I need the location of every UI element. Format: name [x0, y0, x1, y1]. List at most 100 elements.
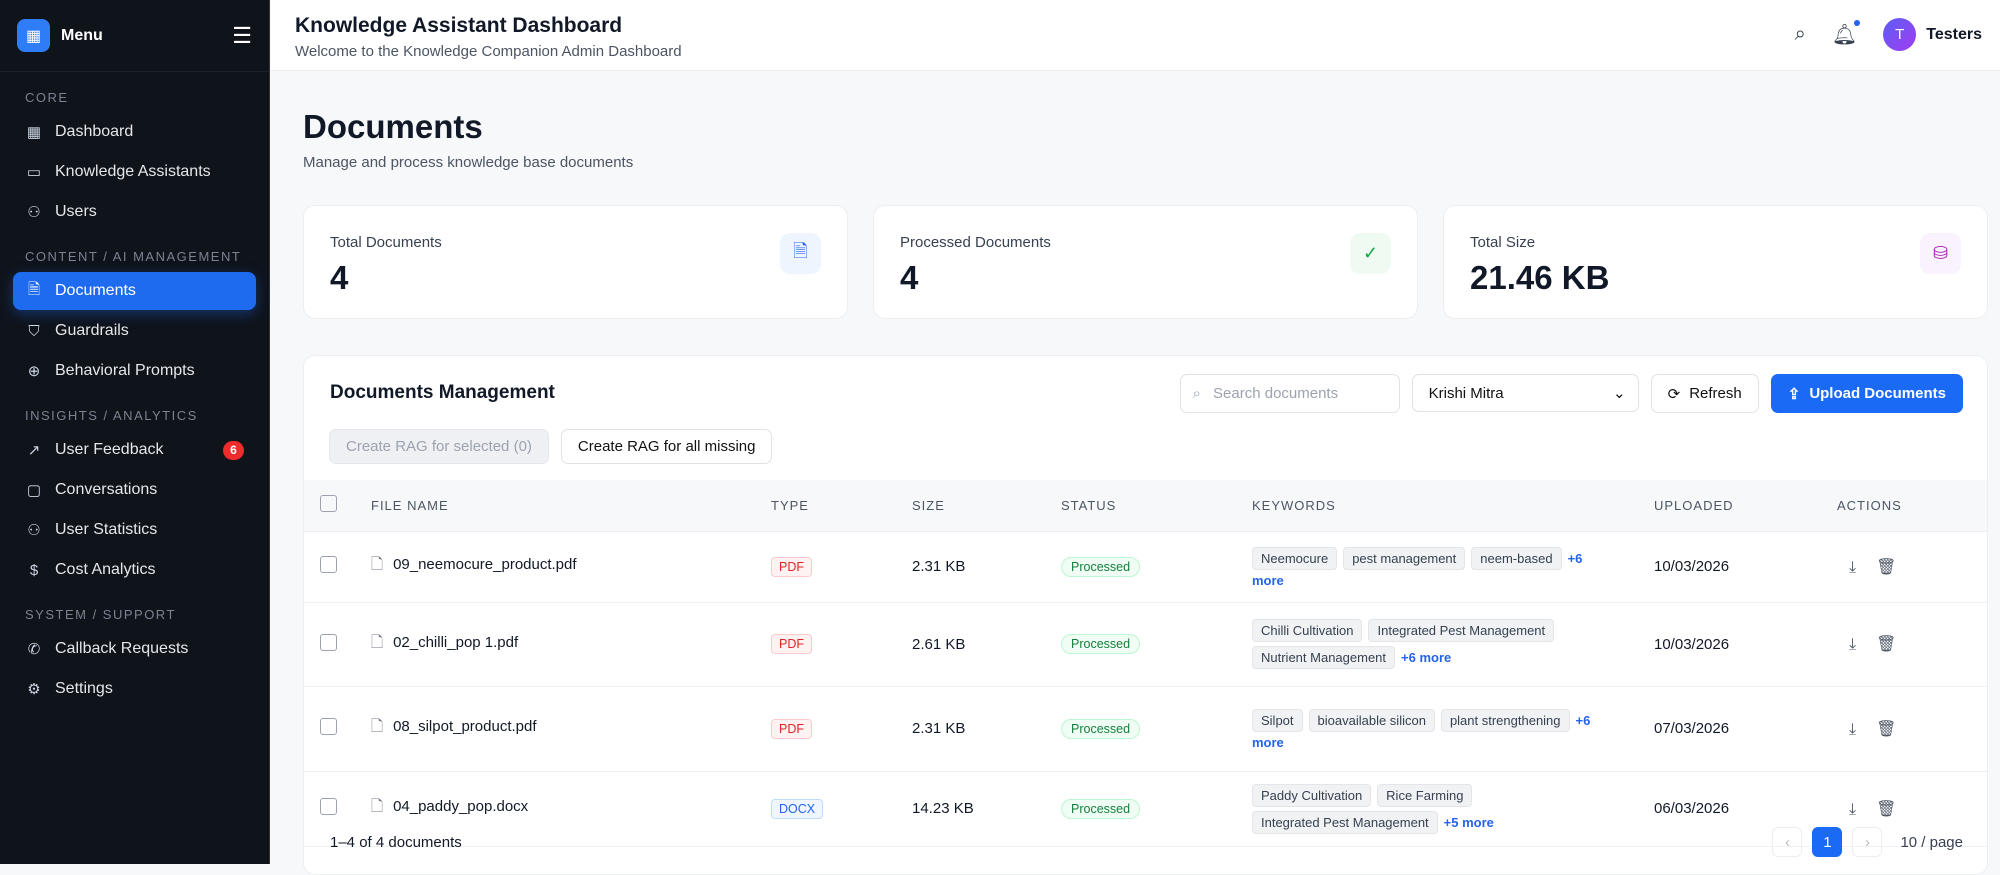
shield-icon: ⛉	[28, 322, 40, 340]
page-title: Documents	[303, 108, 483, 145]
documents-table: FILE NAME TYPE SIZE STATUS KEYWORDS UPLO…	[304, 480, 1987, 847]
column-header[interactable]: FILE NAME	[371, 480, 771, 532]
download-icon[interactable]: ⤓	[1849, 721, 1856, 738]
file-name[interactable]: 02_chilli_pop 1.pdf	[393, 634, 518, 651]
panel-title: Documents Management	[330, 382, 555, 403]
column-header: TYPE	[771, 480, 912, 532]
sidebar-item-user-feedback[interactable]: ↗ User Feedback 6	[13, 431, 256, 469]
search-icon[interactable]: ⌕	[1795, 23, 1806, 46]
sidebar-item-settings[interactable]: ⚙ Settings	[13, 670, 256, 708]
menu-title: Menu	[61, 26, 103, 44]
trash-icon[interactable]: 🗑︎	[1876, 559, 1896, 576]
table-row: 🗋 02_chilli_pop 1.pdf PDF 2.61 KB Process…	[304, 602, 1987, 687]
sidebar-item-label: Users	[55, 203, 97, 220]
create-rag-selected-button[interactable]: Create RAG for selected (0)	[329, 429, 549, 464]
sidebar-item-label: Documents	[55, 282, 136, 299]
row-checkbox[interactable]	[320, 718, 337, 735]
file-name[interactable]: 08_silpot_product.pdf	[393, 718, 536, 735]
sidebar-item-label: User Statistics	[55, 521, 158, 538]
row-checkbox[interactable]	[320, 798, 337, 815]
download-icon[interactable]: ⤓	[1849, 559, 1856, 576]
sidebar-item-cost-analytics[interactable]: $ Cost Analytics	[13, 551, 256, 589]
row-checkbox[interactable]	[320, 633, 337, 651]
documents-panel: Documents Management ⌕ Search documents K…	[303, 355, 1988, 875]
page-size-select[interactable]: 10 / page	[1900, 834, 1963, 851]
more-keywords-link[interactable]: +6 more	[1401, 650, 1451, 665]
refresh-button[interactable]: ⟳ Refresh	[1650, 374, 1759, 413]
user-name[interactable]: Testers	[1926, 26, 1982, 44]
select-all-checkbox[interactable]	[320, 495, 337, 513]
bell-icon[interactable]: 🔔︎	[1832, 20, 1861, 47]
sidebar-item-callback-requests[interactable]: ✆ Callback Requests	[13, 630, 256, 668]
keyword-tag: plant strengthening	[1440, 708, 1570, 732]
uploaded-date: 10/03/2026	[1654, 531, 1837, 603]
dashboard-icon: ▦	[26, 124, 42, 141]
document-icon: 🗎	[780, 233, 821, 274]
sidebar-item-label: Settings	[55, 680, 113, 697]
download-icon[interactable]: ⤓	[1849, 636, 1856, 653]
trash-icon[interactable]: 🗑︎	[1876, 721, 1896, 738]
page-button[interactable]: 1	[1812, 827, 1843, 857]
sidebar-section-label: INSIGHTS / ANALYTICS	[25, 408, 198, 423]
hamburger-icon[interactable]: ☰	[232, 23, 252, 49]
sidebar-item-user-statistics[interactable]: ⚇ User Statistics	[13, 511, 256, 549]
column-header[interactable]: UPLOADED	[1654, 480, 1837, 532]
refresh-icon: ⟳	[1667, 385, 1681, 403]
column-header: ACTIONS	[1837, 480, 1987, 532]
app-subtitle: Welcome to the Knowledge Companion Admin…	[295, 43, 682, 60]
upload-documents-button[interactable]: ⇪ Upload Documents	[1770, 374, 1963, 413]
dollar-icon: $	[29, 561, 39, 579]
assistant-select[interactable]: Krishi Mitra ⌄	[1411, 374, 1639, 412]
sidebar-item-label: User Feedback	[55, 441, 164, 458]
upload-label: Upload Documents	[1809, 385, 1946, 402]
sidebar-item-documents[interactable]: 🗎 Documents	[13, 272, 256, 310]
sidebar-item-dashboard[interactable]: ▦ Dashboard	[13, 113, 256, 151]
sidebar-item-conversations[interactable]: ▢ Conversations	[13, 471, 256, 509]
stat-card-processed-documents: Processed Documents 4 ✓	[873, 205, 1418, 319]
type-badge: PDF	[771, 634, 812, 654]
sidebar-item-behavioral-prompts[interactable]: ⊕ Behavioral Prompts	[13, 352, 256, 390]
sidebar-item-users[interactable]: ⚇ Users	[13, 193, 256, 231]
download-icon[interactable]: ⤓	[1849, 801, 1856, 818]
app-title: Knowledge Assistant Dashboard	[295, 14, 623, 37]
search-input[interactable]: ⌕ Search documents	[1179, 374, 1400, 413]
avatar[interactable]: T	[1883, 18, 1917, 51]
trash-icon[interactable]: 🗑︎	[1876, 636, 1896, 653]
stat-value: 4	[330, 259, 349, 296]
sidebar-item-label: Behavioral Prompts	[55, 362, 195, 379]
keyword-tag: Chilli Cultivation	[1252, 619, 1363, 642]
column-header: KEYWORDS	[1252, 480, 1654, 532]
file-name[interactable]: 09_neemocure_product.pdf	[393, 556, 576, 573]
sidebar-item-guardrails[interactable]: ⛉ Guardrails	[13, 312, 256, 350]
keyword-tag: Integrated Pest Management	[1368, 619, 1555, 642]
trash-icon[interactable]: 🗑︎	[1876, 801, 1896, 818]
row-checkbox[interactable]	[320, 556, 337, 573]
status-badge: Processed	[1061, 798, 1141, 819]
hard-drive-icon: ⛁	[1920, 233, 1961, 274]
create-rag-missing-button[interactable]: Create RAG for all missing	[560, 429, 773, 464]
status-badge: Processed	[1061, 718, 1141, 739]
type-badge: DOCX	[771, 798, 824, 819]
next-page-button[interactable]: ›	[1852, 827, 1883, 857]
count-badge: 6	[223, 440, 244, 460]
uploaded-date: 07/03/2026	[1654, 686, 1837, 772]
phone-icon: ✆	[27, 641, 41, 658]
sidebar-item-knowledge-assistants[interactable]: ▭ Knowledge Assistants	[13, 153, 256, 191]
top-header: Knowledge Assistant Dashboard Welcome to…	[271, 0, 2000, 71]
stat-label: Total Size	[1470, 234, 1536, 251]
document-icon: 🗎	[27, 280, 41, 298]
check-circle-icon: ✓	[1350, 233, 1391, 274]
prev-page-button[interactable]: ‹	[1772, 827, 1803, 857]
stat-card-total-size: Total Size 21.46 KB ⛁	[1443, 205, 1988, 319]
sidebar-item-label: Cost Analytics	[55, 561, 156, 578]
uploaded-date: 10/03/2026	[1654, 602, 1837, 687]
keyword-tag: Rice Farming	[1377, 783, 1473, 807]
type-badge: PDF	[771, 556, 812, 577]
file-name[interactable]: 04_paddy_pop.docx	[393, 798, 528, 815]
sidebar-section-label: CORE	[25, 90, 69, 105]
stat-value: 21.46 KB	[1470, 259, 1610, 296]
file-icon: 🗋	[371, 556, 384, 573]
keyword-tag: neem-based	[1471, 546, 1562, 570]
table-row: 🗋 08_silpot_product.pdf PDF 2.31 KB Proce…	[304, 686, 1987, 772]
search-icon: ⌕	[1192, 385, 1202, 402]
